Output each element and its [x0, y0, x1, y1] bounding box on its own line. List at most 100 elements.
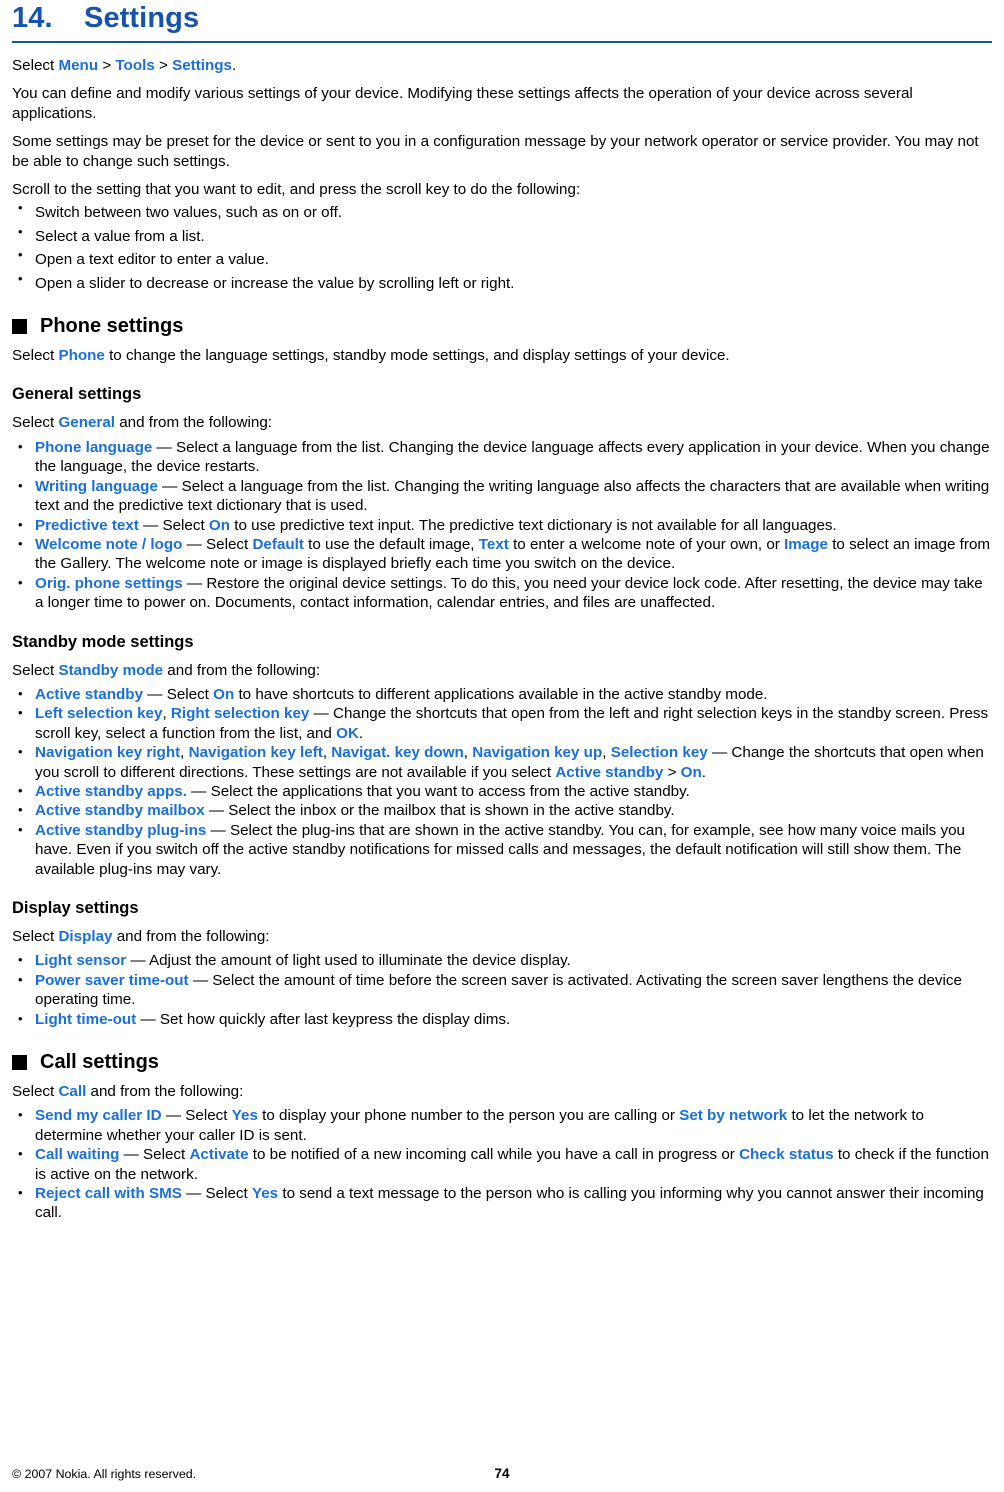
text-fragment: to use the default image, [303, 535, 479, 553]
breadcrumb-period: . [232, 57, 237, 74]
setting-term-phone-language[interactable]: Phone language [35, 439, 152, 456]
value-text[interactable]: Text [479, 536, 509, 553]
setting-term-navigat-key-down[interactable]: Navigat. key down [331, 744, 464, 761]
em-dash: — [161, 1107, 186, 1125]
setting-term-light-time-out[interactable]: Light time-out [35, 1011, 136, 1028]
text-fragment: Select [143, 1146, 190, 1164]
text-fragment: , [180, 744, 189, 762]
list-item: Active standby mailbox — Select the inbo… [12, 800, 992, 820]
setting-description: Select the inbox or the mailbox that is … [228, 802, 675, 820]
value-default[interactable]: Default [252, 536, 303, 553]
section-heading-phone-settings: Phone settings [12, 293, 992, 337]
subsection-heading-display-settings: Display settings [12, 899, 139, 917]
setting-description: Adjust the amount of light used to illum… [148, 952, 571, 970]
value-yes[interactable]: Yes [232, 1107, 258, 1124]
setting-term-active-standby-plug-ins[interactable]: Active standby plug-ins [35, 822, 206, 839]
em-dash: — [119, 1146, 144, 1164]
setting-term-power-saver-time-out[interactable]: Power saver time-out [35, 972, 189, 989]
list-item: Orig. phone settings — Restore the origi… [12, 573, 992, 613]
setting-term-send-my-caller-id[interactable]: Send my caller ID [35, 1107, 162, 1124]
value-image[interactable]: Image [784, 536, 828, 553]
list-item: Send my caller ID — Select Yes to displa… [12, 1105, 992, 1145]
chapter-number: 14. [12, 2, 53, 34]
setting-term-predictive-text[interactable]: Predictive text [35, 517, 139, 534]
link-standby-mode[interactable]: Standby mode [58, 662, 163, 679]
subsection-heading-standby-mode-settings: Standby mode settings [12, 632, 194, 651]
list-item: Select a value from a list. [12, 222, 992, 246]
page-number: 74 [494, 1466, 510, 1481]
text-fragment: and from the following: [163, 661, 321, 679]
value-on[interactable]: On [213, 686, 234, 703]
intro-paragraph-3: Scroll to the setting that you want to e… [12, 181, 581, 199]
link-general[interactable]: General [58, 414, 115, 431]
text-fragment: and from the following: [112, 928, 270, 945]
setting-term-navigation-key-up[interactable]: Navigation key up [472, 744, 602, 761]
setting-term-reject-call-with-sms[interactable]: Reject call with SMS [35, 1185, 182, 1202]
setting-term-active-standby-apps[interactable]: Active standby apps. [35, 783, 187, 800]
setting-term-writing-language[interactable]: Writing language [35, 478, 158, 495]
setting-term-selection-key[interactable]: Selection key [611, 744, 708, 761]
setting-term-left-selection-key[interactable]: Left selection key [35, 705, 162, 722]
em-dash: — [143, 685, 167, 703]
breadcrumb-menu[interactable]: Menu [58, 57, 98, 74]
setting-description: to have shortcuts to different applicati… [234, 685, 768, 703]
standby-settings-list: Active standby — Select On to have short… [12, 680, 992, 879]
text-fragment: Select [162, 516, 209, 534]
setting-term-light-sensor[interactable]: Light sensor [35, 952, 126, 969]
breadcrumb-separator-1: > [98, 57, 116, 74]
text-fragment: Select [12, 414, 59, 432]
value-active-standby[interactable]: Active standby [555, 764, 663, 781]
text-fragment: , [602, 744, 611, 762]
section-heading-label: Call settings [40, 1051, 159, 1074]
setting-term-active-standby-mailbox[interactable]: Active standby mailbox [35, 802, 205, 819]
value-ok[interactable]: OK [336, 725, 359, 742]
page-footer: © 2007 Nokia. All rights reserved. 74 [12, 1464, 992, 1484]
value-on[interactable]: On [681, 764, 702, 781]
setting-term-navigation-key-left[interactable]: Navigation key left [189, 744, 323, 761]
value-check-status[interactable]: Check status [739, 1146, 834, 1163]
setting-term-welcome-note-logo[interactable]: Welcome note / logo [35, 536, 182, 553]
text-fragment: Select [12, 347, 59, 365]
setting-term-call-waiting[interactable]: Call waiting [35, 1146, 119, 1163]
em-dash: — [182, 574, 207, 592]
text-fragment: Select [12, 928, 59, 945]
list-item: Navigation key right, Navigation key lef… [12, 742, 992, 782]
value-activate[interactable]: Activate [189, 1146, 248, 1163]
list-item: Writing language — Select a language fro… [12, 476, 992, 516]
separator: > [663, 763, 681, 781]
em-dash: — [157, 477, 182, 495]
value-yes[interactable]: Yes [252, 1185, 278, 1202]
em-dash: — [206, 821, 230, 839]
call-settings-list: Send my caller ID — Select Yes to displa… [12, 1101, 992, 1222]
breadcrumb-tools[interactable]: Tools [115, 57, 154, 74]
link-display[interactable]: Display [58, 928, 112, 945]
standby-settings-intro: Select Standby mode and from the followi… [12, 652, 992, 680]
list-item: Power saver time-out — Select the amount… [12, 970, 992, 1010]
em-dash: — [707, 744, 732, 762]
setting-term-navigation-key-right[interactable]: Navigation key right [35, 744, 180, 761]
setting-term-orig-phone-settings[interactable]: Orig. phone settings [35, 575, 183, 592]
section-heading-call-settings: Call settings [12, 1029, 992, 1073]
value-on[interactable]: On [209, 517, 230, 534]
setting-term-right-selection-key[interactable]: Right selection key [171, 705, 309, 722]
em-dash: — [309, 705, 333, 723]
square-bullet-icon [12, 318, 27, 334]
list-item: Open a slider to decrease or increase th… [12, 269, 992, 293]
text-fragment: to enter a welcome note of your own, or [508, 535, 785, 553]
text-fragment: Select [166, 685, 214, 703]
intro-paragraph-2: Some settings may be preset for the devi… [12, 133, 979, 170]
list-item: Light sensor — Adjust the amount of ligh… [12, 950, 992, 970]
list-item: Left selection key, Right selection key … [12, 703, 992, 743]
breadcrumb-settings[interactable]: Settings [172, 57, 232, 74]
setting-description: to use predictive text input. The predic… [230, 516, 837, 534]
setting-description: Select the applications that you want to… [210, 782, 690, 800]
list-item: Predictive text — Select On to use predi… [12, 514, 992, 535]
setting-term-active-standby[interactable]: Active standby [35, 686, 143, 703]
text-fragment: Select [206, 535, 253, 553]
text-fragment: to be notified of a new incoming call wh… [248, 1146, 740, 1164]
link-phone[interactable]: Phone [58, 347, 104, 364]
list-item: Light time-out — Set how quickly after l… [12, 1009, 992, 1029]
value-set-by-network[interactable]: Set by network [679, 1107, 787, 1124]
link-call[interactable]: Call [58, 1083, 86, 1100]
text-fragment: to change the language settings, standby… [104, 347, 730, 365]
